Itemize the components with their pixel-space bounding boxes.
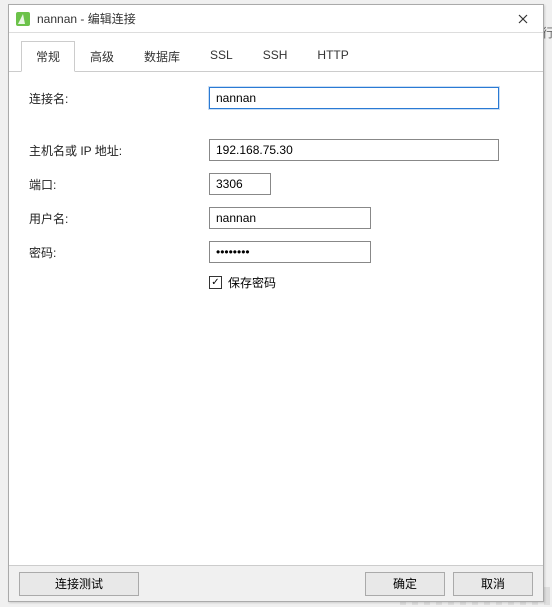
cancel-button[interactable]: 取消	[453, 572, 533, 596]
test-connection-button[interactable]: 连接测试	[19, 572, 139, 596]
dialog-footer: 连接测试 确定 取消	[9, 565, 543, 601]
tab-database[interactable]: 数据库	[129, 41, 195, 72]
password-input[interactable]	[209, 241, 371, 263]
save-password-checkbox[interactable]: ✓	[209, 276, 222, 289]
username-input[interactable]	[209, 207, 371, 229]
port-label: 端口:	[29, 176, 209, 193]
tab-ssh[interactable]: SSH	[248, 41, 303, 72]
tab-http[interactable]: HTTP	[302, 41, 363, 72]
tab-advanced[interactable]: 高级	[75, 41, 129, 72]
password-label: 密码:	[29, 244, 209, 261]
tab-bar: 常规 高级 数据库 SSL SSH HTTP	[9, 33, 543, 72]
host-input[interactable]	[209, 139, 499, 161]
form-area: 连接名: 主机名或 IP 地址: 端口: 用户名: 密码:	[9, 72, 543, 565]
connection-name-label: 连接名:	[29, 90, 209, 107]
window-title: nannan - 编辑连接	[37, 10, 503, 27]
ok-button[interactable]: 确定	[365, 572, 445, 596]
save-password-label: 保存密码	[228, 274, 276, 291]
username-label: 用户名:	[29, 210, 209, 227]
edit-connection-dialog: nannan - 编辑连接 常规 高级 数据库 SSL SSH HTTP 连接名…	[8, 4, 544, 602]
host-label: 主机名或 IP 地址:	[29, 142, 209, 159]
app-icon	[15, 11, 31, 27]
close-button[interactable]	[503, 5, 543, 33]
connection-name-input[interactable]	[209, 87, 499, 109]
port-input[interactable]	[209, 173, 271, 195]
tab-ssl[interactable]: SSL	[195, 41, 248, 72]
titlebar: nannan - 编辑连接	[9, 5, 543, 33]
tab-general[interactable]: 常规	[21, 41, 75, 72]
